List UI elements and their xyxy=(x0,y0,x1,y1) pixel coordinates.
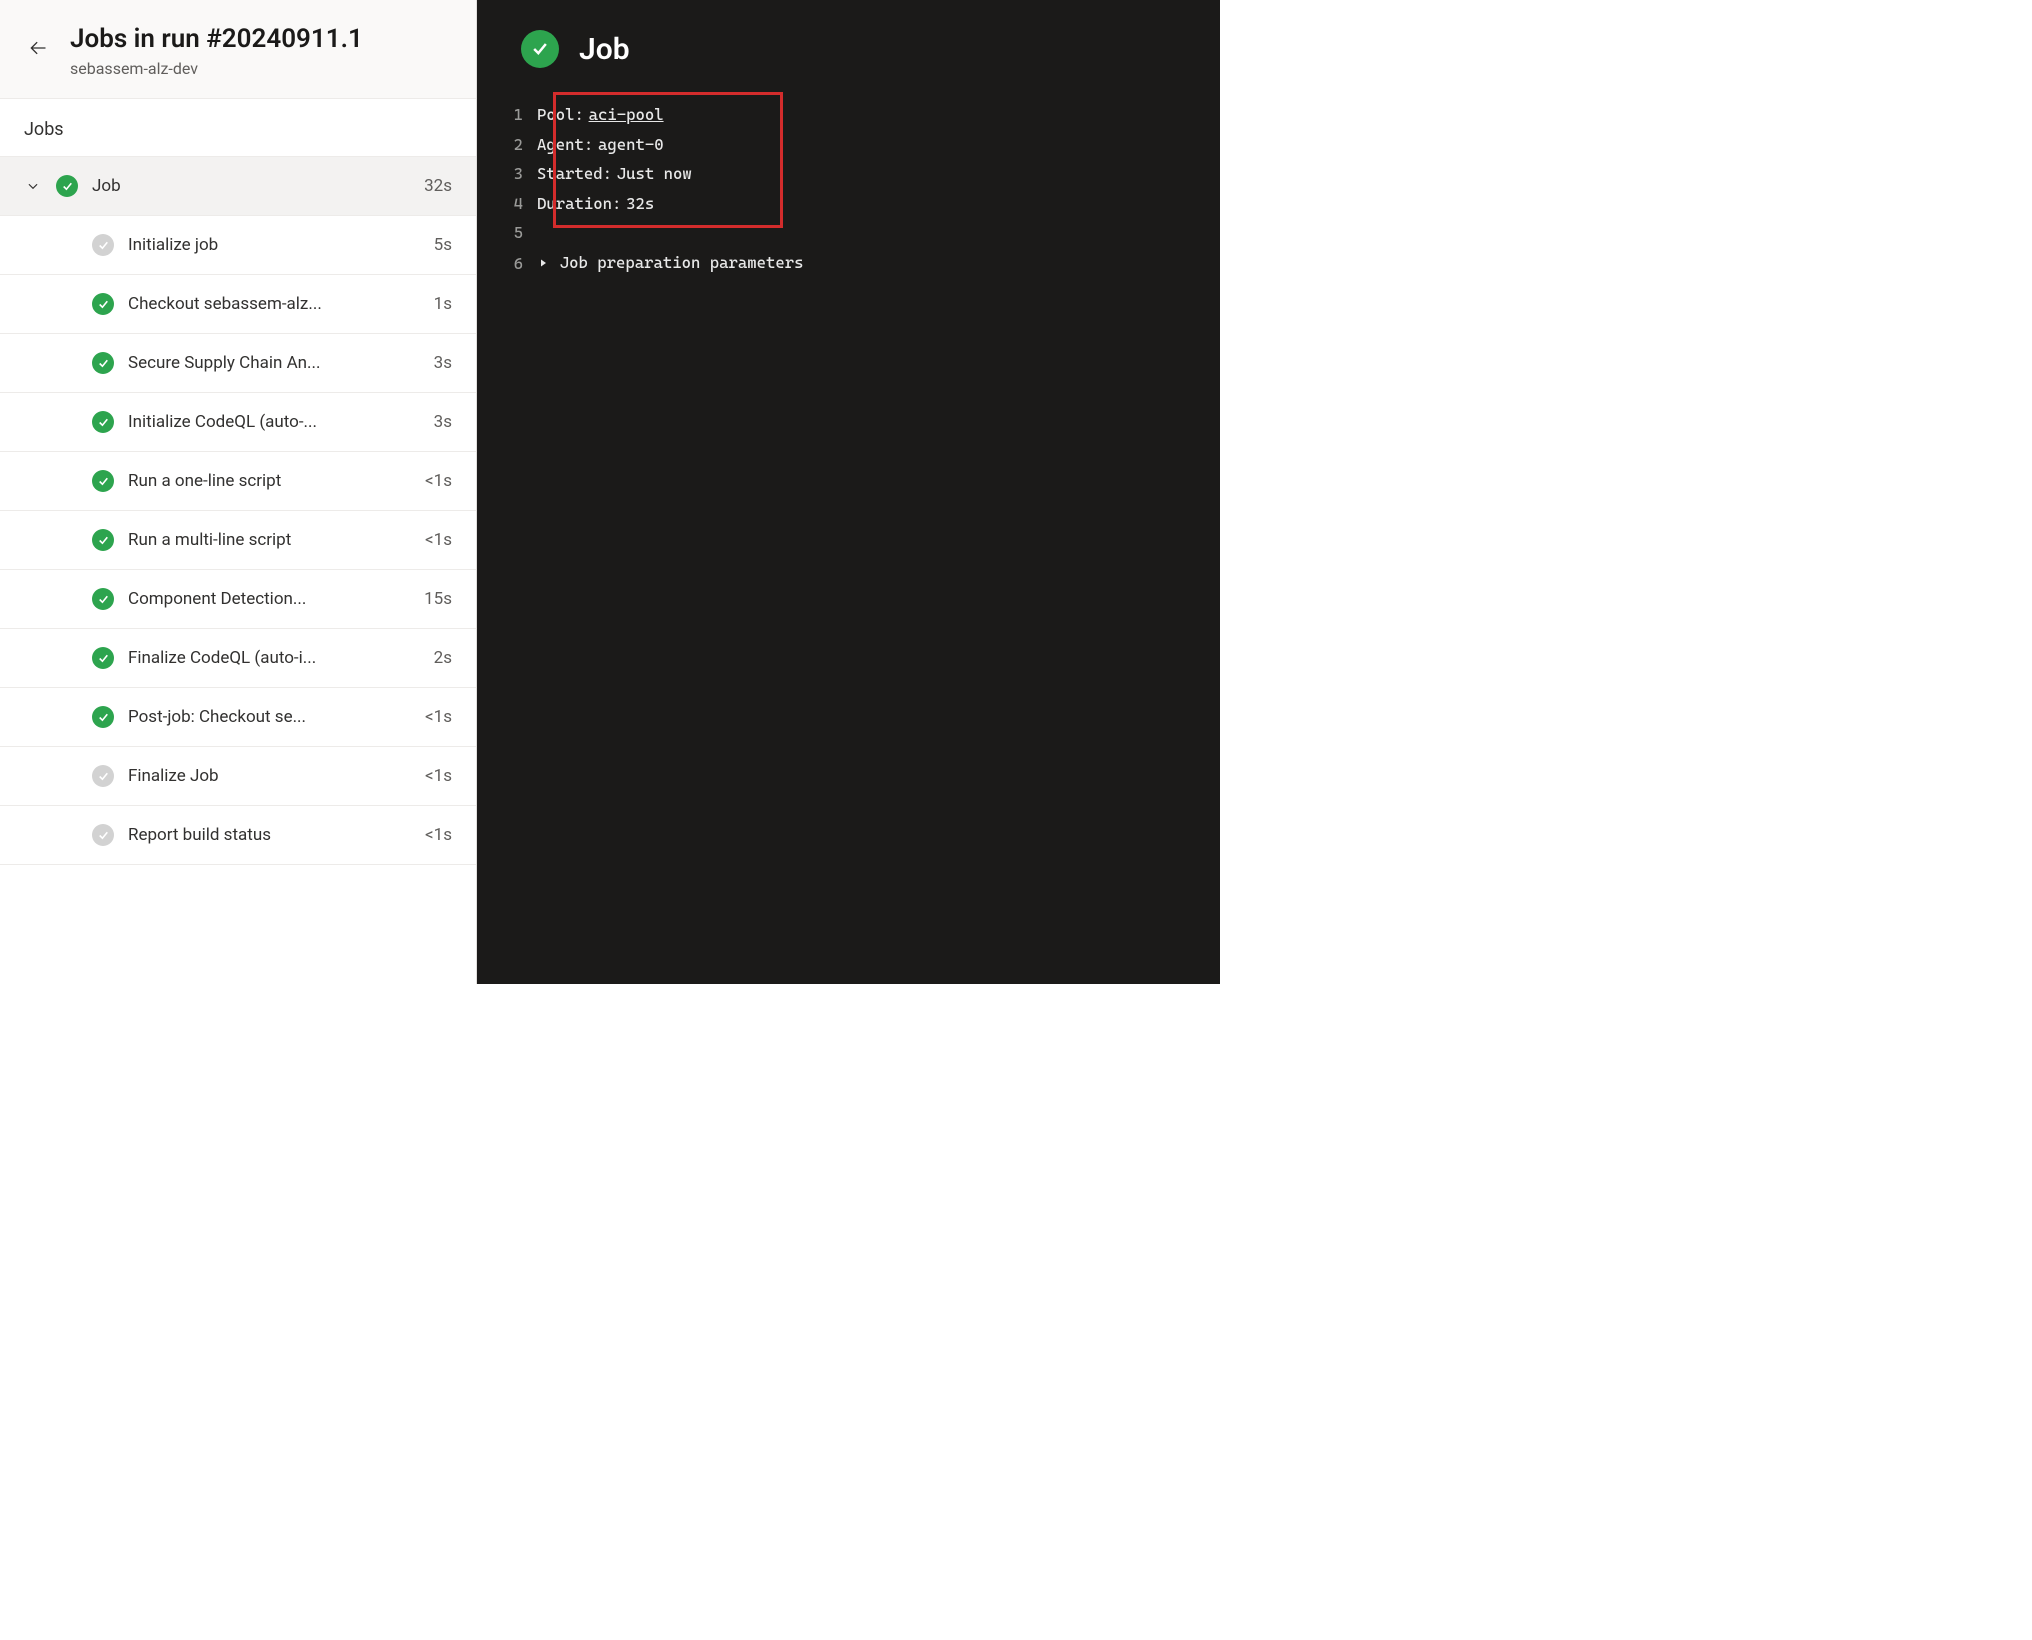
line-content: Pool:aci-pool xyxy=(537,100,1220,130)
step-duration: 3s xyxy=(434,353,452,373)
log-label: Pool: xyxy=(537,100,584,130)
step-row[interactable]: Post-job: Checkout se... <1s xyxy=(0,688,476,747)
step-row[interactable]: Initialize job 5s xyxy=(0,216,476,275)
log-line: 2Agent:agent-0 xyxy=(477,130,1220,160)
jobs-section-label: Jobs xyxy=(0,99,476,157)
log-panel: Job 1Pool:aci-pool2Agent:agent-03Started… xyxy=(477,0,1220,984)
step-duration: 2s xyxy=(434,648,452,668)
step-name: Initialize CodeQL (auto-... xyxy=(128,412,420,432)
step-duration: 1s xyxy=(434,294,452,314)
step-row[interactable]: Report build status <1s xyxy=(0,806,476,865)
step-duration: 15s xyxy=(424,589,452,609)
pool-link[interactable]: aci-pool xyxy=(589,100,664,130)
step-row[interactable]: Run a multi-line script <1s xyxy=(0,511,476,570)
neutral-icon xyxy=(92,234,114,256)
step-row[interactable]: Finalize CodeQL (auto-i... 2s xyxy=(0,629,476,688)
log-header: Job xyxy=(477,30,1220,100)
step-row[interactable]: Finalize Job <1s xyxy=(0,747,476,806)
step-name: Report build status xyxy=(128,825,411,845)
log-title: Job xyxy=(579,32,630,67)
log-line: 1Pool:aci-pool xyxy=(477,100,1220,130)
step-name: Run a one-line script xyxy=(128,471,411,491)
line-number: 3 xyxy=(477,159,537,189)
header-titles: Jobs in run #20240911.1 sebassem-alz-dev xyxy=(70,24,363,78)
step-row[interactable]: Secure Supply Chain An... 3s xyxy=(0,334,476,393)
log-label: Started: xyxy=(537,159,612,189)
arrow-left-icon xyxy=(28,38,48,58)
left-panel: Jobs in run #20240911.1 sebassem-alz-dev… xyxy=(0,0,477,984)
success-icon xyxy=(92,647,114,669)
success-icon xyxy=(56,175,78,197)
caret-right-icon[interactable] xyxy=(537,248,549,278)
log-label: Duration: xyxy=(537,189,621,219)
log-body: 1Pool:aci-pool2Agent:agent-03Started:Jus… xyxy=(477,100,1220,278)
line-content: Agent:agent-0 xyxy=(537,130,1220,160)
step-duration: <1s xyxy=(425,471,452,491)
back-button[interactable] xyxy=(24,34,52,62)
log-label: Agent: xyxy=(537,130,593,160)
line-number: 5 xyxy=(477,218,537,248)
success-icon xyxy=(92,706,114,728)
success-icon xyxy=(92,293,114,315)
success-icon xyxy=(92,588,114,610)
step-row[interactable]: Run a one-line script <1s xyxy=(0,452,476,511)
log-line: 3Started:Just now xyxy=(477,159,1220,189)
log-value: agent-0 xyxy=(598,130,664,160)
step-name: Secure Supply Chain An... xyxy=(128,353,420,373)
step-duration: <1s xyxy=(425,707,452,727)
step-duration: <1s xyxy=(425,825,452,845)
line-content: Job preparation parameters xyxy=(537,248,1220,278)
step-name: Component Detection... xyxy=(128,589,410,609)
step-name: Checkout sebassem-alz... xyxy=(128,294,420,314)
job-name: Job xyxy=(92,176,410,196)
success-icon xyxy=(521,30,559,68)
job-list: Job 32s Initialize job 5s Checkout sebasse… xyxy=(0,157,476,984)
step-name: Finalize Job xyxy=(128,766,411,786)
job-duration: 32s xyxy=(424,176,452,196)
job-row-parent[interactable]: Job 32s xyxy=(0,157,476,216)
page-subtitle: sebassem-alz-dev xyxy=(70,59,363,78)
line-number: 6 xyxy=(477,249,537,279)
line-number: 2 xyxy=(477,130,537,160)
step-row[interactable]: Checkout sebassem-alz... 1s xyxy=(0,275,476,334)
log-line: 4Duration:32s xyxy=(477,189,1220,219)
success-icon xyxy=(92,529,114,551)
page-title: Jobs in run #20240911.1 xyxy=(70,24,363,55)
step-name: Run a multi-line script xyxy=(128,530,411,550)
step-row[interactable]: Component Detection... 15s xyxy=(0,570,476,629)
log-value: Just now xyxy=(617,159,692,189)
step-duration: 3s xyxy=(434,412,452,432)
neutral-icon xyxy=(92,824,114,846)
line-number: 1 xyxy=(477,100,537,130)
success-icon xyxy=(92,352,114,374)
step-duration: <1s xyxy=(425,766,452,786)
success-icon xyxy=(92,470,114,492)
line-number: 4 xyxy=(477,189,537,219)
line-content: Duration:32s xyxy=(537,189,1220,219)
step-name: Post-job: Checkout se... xyxy=(128,707,411,727)
step-duration: 5s xyxy=(434,235,452,255)
log-value: Job preparation parameters xyxy=(560,248,804,278)
header: Jobs in run #20240911.1 sebassem-alz-dev xyxy=(0,0,476,99)
log-line[interactable]: 6 Job preparation parameters xyxy=(477,248,1220,278)
log-line: 5 xyxy=(477,218,1220,248)
step-row[interactable]: Initialize CodeQL (auto-... 3s xyxy=(0,393,476,452)
step-name: Initialize job xyxy=(128,235,420,255)
step-duration: <1s xyxy=(425,530,452,550)
neutral-icon xyxy=(92,765,114,787)
success-icon xyxy=(92,411,114,433)
log-value: 32s xyxy=(626,189,654,219)
line-content: Started:Just now xyxy=(537,159,1220,189)
chevron-down-icon xyxy=(24,177,42,195)
step-name: Finalize CodeQL (auto-i... xyxy=(128,648,420,668)
